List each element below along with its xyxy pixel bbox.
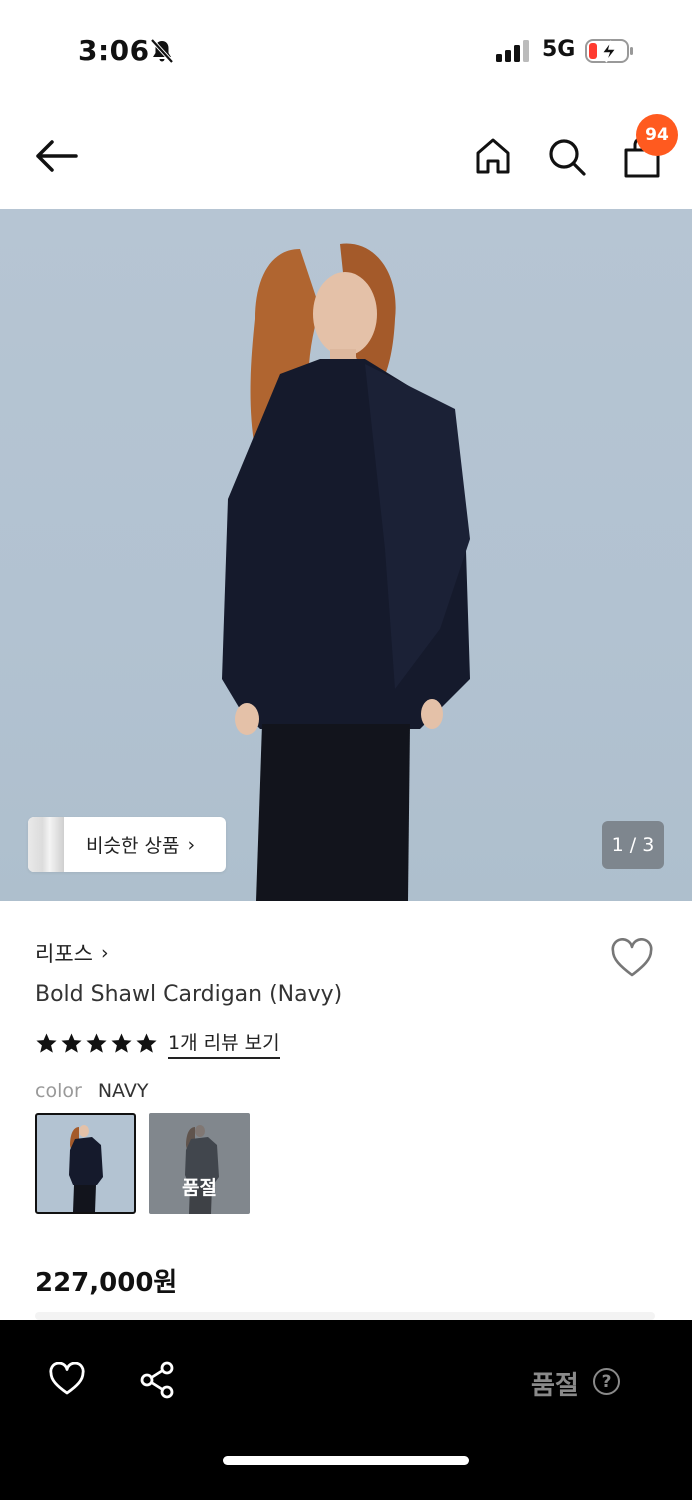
search-icon[interactable] bbox=[545, 135, 589, 179]
color-value: NAVY bbox=[97, 1080, 149, 1102]
model-photo bbox=[222, 243, 470, 901]
view-reviews-link[interactable]: 1개 리뷰 보기 bbox=[168, 1028, 280, 1059]
chevron-right-icon: › bbox=[100, 942, 109, 964]
section-divider bbox=[35, 1312, 655, 1320]
heart-icon[interactable] bbox=[48, 1362, 86, 1396]
star-icon bbox=[111, 1033, 132, 1053]
status-bar: 3:06 5G bbox=[0, 0, 692, 100]
cart-count-badge: 94 bbox=[636, 114, 678, 156]
rating-row: 1개 리뷰 보기 bbox=[35, 1028, 280, 1059]
color-swatch-navy[interactable] bbox=[35, 1113, 136, 1214]
star-icon bbox=[61, 1033, 82, 1053]
color-row: color NAVY bbox=[35, 1080, 148, 1102]
bell-muted-icon bbox=[150, 38, 174, 64]
home-indicator bbox=[223, 1456, 469, 1465]
product-name: Bold Shawl Cardigan (Navy) bbox=[35, 982, 343, 1007]
soldout-status: 품절 bbox=[531, 1371, 579, 1401]
status-time: 3:06 bbox=[78, 34, 150, 67]
battery-charging-icon bbox=[585, 39, 633, 63]
similar-product-thumbnail bbox=[28, 817, 64, 872]
network-label: 5G bbox=[542, 37, 576, 62]
brand-name: 리포스 bbox=[35, 942, 93, 966]
star-icon bbox=[136, 1033, 157, 1053]
help-icon[interactable]: ? bbox=[593, 1368, 620, 1395]
similar-products-label: 비슷한 상품 bbox=[86, 835, 180, 857]
heart-icon[interactable] bbox=[610, 938, 654, 978]
top-nav bbox=[0, 100, 692, 210]
star-rating bbox=[35, 1032, 158, 1055]
signal-icon bbox=[496, 40, 529, 62]
similar-products-button[interactable]: 비슷한 상품 › bbox=[28, 817, 226, 872]
back-arrow-icon[interactable] bbox=[30, 136, 82, 176]
image-page-indicator: 1 / 3 bbox=[602, 821, 664, 869]
color-label: color bbox=[35, 1080, 82, 1102]
swatch-thumbnail bbox=[69, 1125, 103, 1212]
star-icon bbox=[86, 1033, 107, 1053]
brand-link[interactable]: 리포스 › bbox=[35, 938, 109, 968]
home-icon[interactable] bbox=[472, 135, 514, 177]
bottom-action-bar: 품절 ? bbox=[0, 1320, 692, 1500]
chevron-right-icon: › bbox=[187, 833, 196, 856]
product-image-carousel[interactable]: 비슷한 상품 › 1 / 3 bbox=[0, 209, 692, 901]
share-icon[interactable] bbox=[138, 1360, 176, 1400]
product-price: 227,000원 bbox=[35, 1268, 178, 1298]
soldout-label: 품절 bbox=[182, 1177, 217, 1199]
star-icon bbox=[36, 1033, 57, 1053]
color-swatch-soldout[interactable]: 품절 bbox=[149, 1113, 250, 1214]
